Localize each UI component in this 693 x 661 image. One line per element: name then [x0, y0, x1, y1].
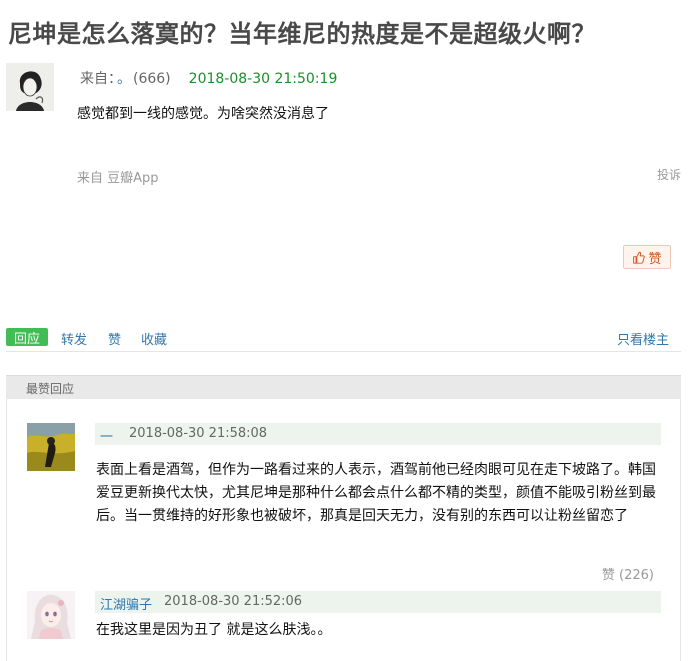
reply-header: 一 2018-08-30 21:58:08 [95, 423, 661, 445]
post-like-button[interactable]: 赞 [623, 245, 671, 269]
author-link[interactable]: 。 [117, 71, 131, 87]
reply-body: 表面上看是酒驾，但作为一路看过来的人表示，酒驾前他已经肉眼可见在走下坡路了。韩国… [96, 462, 656, 524]
post-like-label: 赞 [648, 251, 662, 267]
reply-author-link[interactable]: 一 [100, 426, 113, 445]
author-prefix: 来自： [80, 71, 115, 87]
thumbs-up-icon [633, 251, 646, 264]
reply-author-link[interactable]: 江湖骗子 [100, 594, 152, 613]
best-replies-title: 最赞回应 [26, 382, 75, 396]
reply-avatar[interactable] [27, 591, 75, 639]
portrait-sketch-icon [6, 63, 54, 111]
landscape-photo-icon [27, 423, 75, 471]
author-count: (666) [133, 71, 171, 87]
best-replies-list: 一 2018-08-30 21:58:08 表面上看是酒驾，但作为一路看过来的人… [6, 399, 681, 661]
page-title: 尼坤是怎么落寞的？当年维尼的热度是不是超级火啊？ [8, 20, 596, 48]
like-button[interactable]: 赞 [108, 329, 121, 348]
collect-button[interactable]: 收藏 [141, 329, 167, 348]
repost-button[interactable]: 转发 [61, 329, 87, 348]
reply-like-count[interactable]: 赞 (226) [602, 564, 654, 583]
report-link[interactable]: 投诉 [657, 166, 681, 183]
author-meta: 来自：。 (666) 2018-08-30 21:50:19 [80, 68, 337, 88]
post-source: 来自 豆瓣App [77, 171, 159, 186]
post-time: 2018-08-30 21:50:19 [188, 71, 338, 87]
anime-girl-avatar-icon [27, 591, 75, 639]
post-body: 感觉都到一线的感觉。为啥突然没消息了 [77, 106, 329, 122]
page: 尼坤是怎么落寞的？当年维尼的热度是不是超级火啊？ 来自：。 (666) 2018-0… [0, 0, 693, 661]
owner-only-link[interactable]: 只看楼主 [617, 329, 669, 348]
reply-button[interactable]: 回应 [6, 328, 48, 347]
reply-body: 在我这里是因为丑了 就是这么肤浅。。 [96, 622, 332, 638]
best-replies-header: 最赞回应 [6, 375, 681, 399]
reply-header: 江湖骗子 2018-08-30 21:52:06 [95, 591, 661, 613]
author-avatar[interactable] [6, 63, 54, 111]
reply-avatar[interactable] [27, 423, 75, 471]
reply-time: 2018-08-30 21:52:06 [164, 594, 303, 609]
action-bar: 回应 转发 赞 收藏 只看楼主 [6, 328, 681, 352]
reply-time: 2018-08-30 21:58:08 [129, 426, 268, 441]
